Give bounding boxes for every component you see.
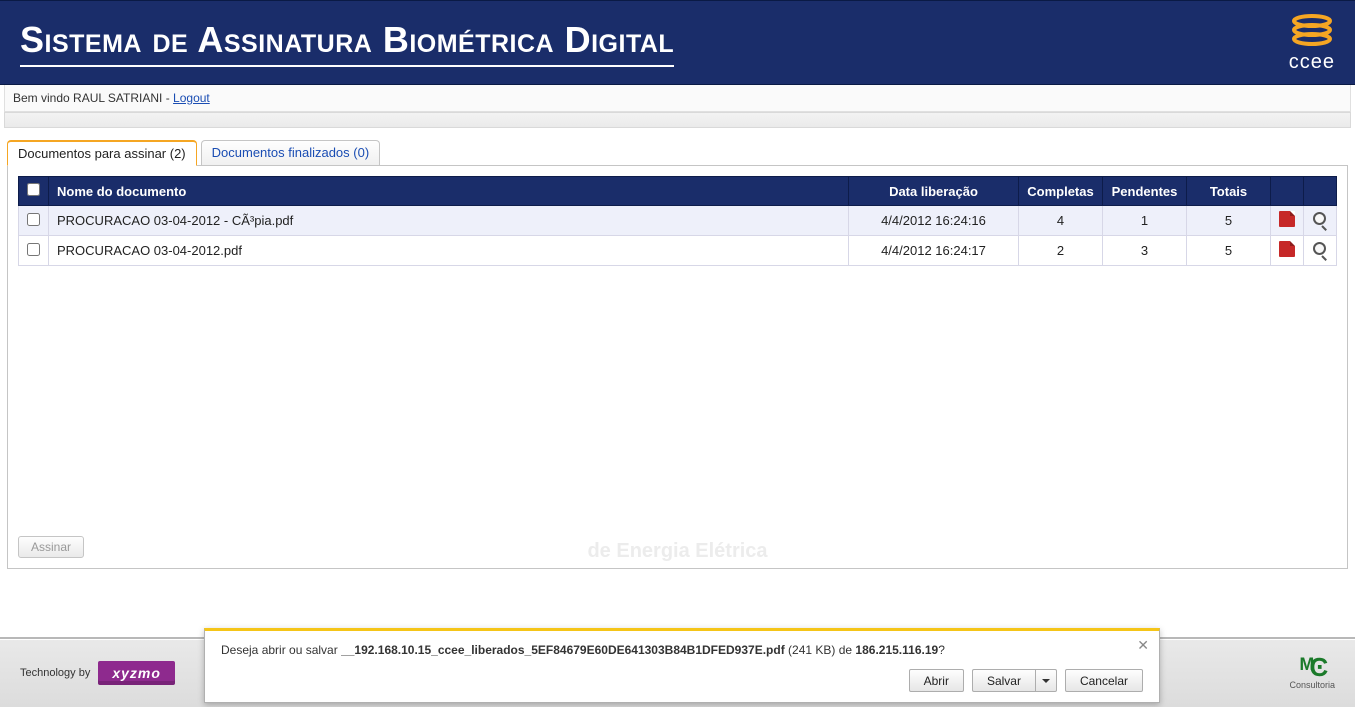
cell-complete: 2 (1019, 236, 1103, 266)
app-title: Sistema de Assinatura Biométrica Digital (20, 19, 674, 67)
cell-total: 5 (1187, 206, 1271, 236)
save-split-button: Salvar (972, 669, 1057, 692)
col-pending: Pendentes (1103, 177, 1187, 206)
save-button[interactable]: Salvar (972, 669, 1035, 692)
dl-host: 186.215.116.19 (855, 643, 938, 657)
cell-name: PROCURACAO 03-04-2012 - CÃ³pia.pdf (49, 206, 849, 236)
col-total: Totais (1187, 177, 1271, 206)
download-notification: ✕ Deseja abrir ou salvar __192.168.10.15… (204, 628, 1160, 703)
cell-total: 5 (1187, 236, 1271, 266)
dl-size: (241 KB) de (785, 643, 856, 657)
table-row[interactable]: PROCURACAO 03-04-2012 - CÃ³pia.pdf 4/4/2… (19, 206, 1337, 236)
dl-prefix: Deseja abrir ou salvar (221, 643, 341, 657)
ccee-logo: ccee (1289, 11, 1335, 74)
logout-link[interactable]: Logout (173, 91, 210, 105)
content: Documentos para assinar (2) Documentos f… (0, 130, 1355, 569)
row-checkbox[interactable] (27, 243, 40, 256)
col-complete: Completas (1019, 177, 1103, 206)
user-bar: Bem vindo RAUL SATRIANI - Logout (4, 85, 1351, 112)
download-message: Deseja abrir ou salvar __192.168.10.15_c… (221, 643, 1143, 657)
save-dropdown-button[interactable] (1035, 669, 1057, 692)
open-button[interactable]: Abrir (909, 669, 964, 692)
ccee-logo-icon (1291, 11, 1333, 49)
tabs: Documentos para assinar (2) Documentos f… (7, 140, 1348, 165)
cell-pending: 1 (1103, 206, 1187, 236)
col-pdf (1271, 177, 1304, 206)
dl-q: ? (938, 643, 945, 657)
cell-date: 4/4/2012 16:24:16 (849, 206, 1019, 236)
technology-by: Technology by xyzmo (20, 661, 175, 685)
cancel-button[interactable]: Cancelar (1065, 669, 1143, 692)
sign-button[interactable]: Assinar (18, 536, 84, 558)
tab-finalized[interactable]: Documentos finalizados (0) (201, 140, 381, 165)
pdf-icon[interactable] (1279, 211, 1295, 227)
col-view (1304, 177, 1337, 206)
download-actions: Abrir Salvar Cancelar (221, 669, 1143, 692)
toolbar-strip (4, 112, 1351, 128)
cell-complete: 4 (1019, 206, 1103, 236)
tab-to-sign[interactable]: Documentos para assinar (2) (7, 140, 197, 166)
close-icon[interactable]: ✕ (1137, 637, 1149, 654)
col-date: Data liberação (849, 177, 1019, 206)
zoom-icon[interactable] (1312, 241, 1328, 257)
tech-label: Technology by (20, 667, 90, 679)
col-name: Nome do documento (49, 177, 849, 206)
cell-date: 4/4/2012 16:24:17 (849, 236, 1019, 266)
zoom-icon[interactable] (1312, 211, 1328, 227)
col-select-all[interactable] (19, 177, 49, 206)
documents-table: Nome do documento Data liberação Complet… (18, 176, 1337, 266)
panel-to-sign: Nome do documento Data liberação Complet… (7, 165, 1348, 569)
pdf-icon[interactable] (1279, 241, 1295, 257)
row-checkbox[interactable] (27, 213, 40, 226)
mc-logo-icon: ᴹϾ (1300, 656, 1324, 679)
ccee-logo-text: ccee (1289, 51, 1335, 74)
table-row[interactable]: PROCURACAO 03-04-2012.pdf 4/4/2012 16:24… (19, 236, 1337, 266)
app-header: Sistema de Assinatura Biométrica Digital… (0, 0, 1355, 85)
dl-filename: __192.168.10.15_ccee_liberados_5EF84679E… (341, 643, 785, 657)
welcome-text: Bem vindo RAUL SATRIANI - (13, 91, 173, 105)
cell-name: PROCURACAO 03-04-2012.pdf (49, 236, 849, 266)
cell-pending: 3 (1103, 236, 1187, 266)
mc-consultoria-logo: ᴹϾ Consultoria (1289, 656, 1335, 689)
select-all-checkbox[interactable] (27, 183, 40, 196)
xyzmo-logo: xyzmo (98, 661, 175, 685)
mc-logo-text: Consultoria (1289, 680, 1335, 690)
